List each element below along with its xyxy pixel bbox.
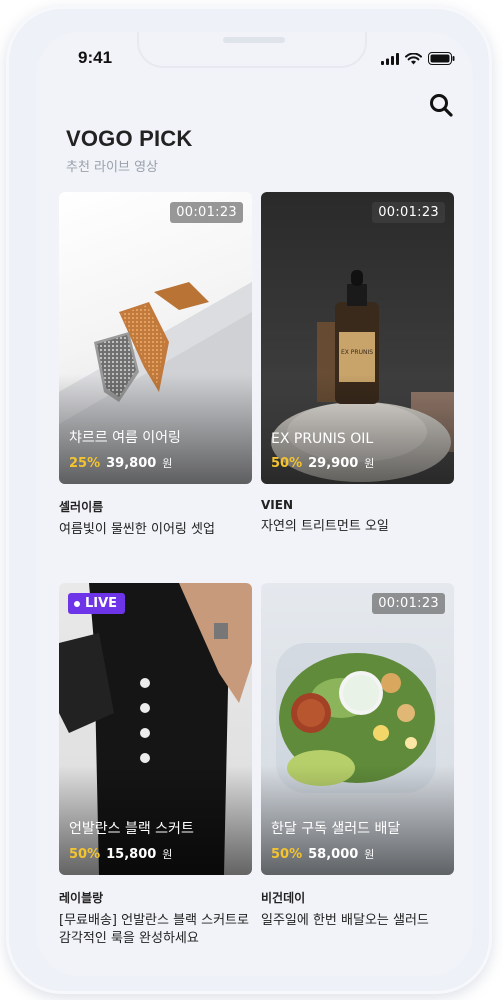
duration-badge: 00:01:23 <box>372 593 445 614</box>
search-icon[interactable] <box>428 92 454 118</box>
price-value: 39,800 <box>106 456 157 471</box>
speaker-grille <box>223 37 285 43</box>
price-row: 25% 39,800 원 <box>69 455 172 471</box>
battery-icon <box>428 52 455 65</box>
discount-rate: 25% <box>69 456 101 471</box>
video-thumbnail[interactable]: 00:01:23 챠르르 여름 이어링 25% 39,800 원 <box>59 192 252 484</box>
seller-name[interactable]: 셀러이름 <box>59 498 252 515</box>
product-description: 여름빛이 물씬한 이어링 셋업 <box>59 522 215 537</box>
wifi-icon <box>405 52 422 64</box>
currency-label: 원 <box>364 457 375 470</box>
currency-label: 원 <box>162 457 173 470</box>
video-card-oil[interactable]: EX PRUNIS 00:01:23 EX PRUNIS OIL 50% 29,… <box>261 192 454 536</box>
price-value: 29,900 <box>308 456 359 471</box>
duration-badge: 00:01:23 <box>372 202 445 223</box>
discount-rate: 50% <box>271 456 303 471</box>
app-screen: 9:41 VOGO PICK 추천 라이브 영상 00:01:23 챠르르 여름… <box>36 32 473 976</box>
phone-frame: 9:41 VOGO PICK 추천 라이브 영상 00:01:23 챠르르 여름… <box>6 6 492 994</box>
product-description: [무료배송] 언발란스 블랙 스커트로 감각적인 룩을 완성하세요 <box>59 913 249 946</box>
price-value: 15,800 <box>106 847 157 862</box>
product-description: 자연의 트리트먼트 오일 <box>261 519 389 534</box>
price-row: 50% 29,900 원 <box>271 455 374 471</box>
product-description: 일주일에 한번 배달오는 샐러드 <box>261 913 429 928</box>
product-name: 챠르르 여름 이어링 <box>69 430 181 446</box>
discount-rate: 50% <box>271 847 303 862</box>
duration-badge: 00:01:23 <box>170 202 243 223</box>
price-row: 50% 15,800 원 <box>69 846 172 862</box>
seller-name[interactable]: 레이블랑 <box>59 889 252 906</box>
product-name: 한달 구독 샐러드 배달 <box>271 821 401 837</box>
product-name: EX PRUNIS OIL <box>271 431 374 447</box>
signal-icon <box>381 52 399 65</box>
live-label: LIVE <box>85 596 118 611</box>
page-title: VOGO PICK <box>66 126 193 151</box>
price-row: 50% 58,000 원 <box>271 846 374 862</box>
svg-text:EX PRUNIS: EX PRUNIS <box>341 349 373 356</box>
currency-label: 원 <box>364 848 375 861</box>
device-notch <box>137 32 367 68</box>
video-card-earring[interactable]: 00:01:23 챠르르 여름 이어링 25% 39,800 원 셀러이름 여름… <box>59 192 252 539</box>
status-icons <box>381 52 455 65</box>
page-subtitle: 추천 라이브 영상 <box>66 160 158 175</box>
video-thumbnail[interactable]: 00:01:23 한달 구독 샐러드 배달 50% 58,000 원 <box>261 583 454 875</box>
price-value: 58,000 <box>308 847 359 862</box>
product-name: 언발란스 블랙 스커트 <box>69 821 194 837</box>
discount-rate: 50% <box>69 847 101 862</box>
live-dot-icon <box>74 600 80 607</box>
video-card-salad[interactable]: 00:01:23 한달 구독 샐러드 배달 50% 58,000 원 비건데이 … <box>261 583 454 930</box>
seller-name[interactable]: VIEN <box>261 498 454 512</box>
seller-name[interactable]: 비건데이 <box>261 889 454 906</box>
status-time: 9:41 <box>78 48 113 67</box>
video-thumbnail[interactable]: LIVE 언발란스 블랙 스커트 50% 15,800 원 <box>59 583 252 875</box>
currency-label: 원 <box>162 848 173 861</box>
live-badge: LIVE <box>68 593 126 614</box>
video-card-skirt[interactable]: LIVE 언발란스 블랙 스커트 50% 15,800 원 레이블랑 [무료배송… <box>59 583 252 948</box>
video-thumbnail[interactable]: EX PRUNIS 00:01:23 EX PRUNIS OIL 50% 29,… <box>261 192 454 484</box>
